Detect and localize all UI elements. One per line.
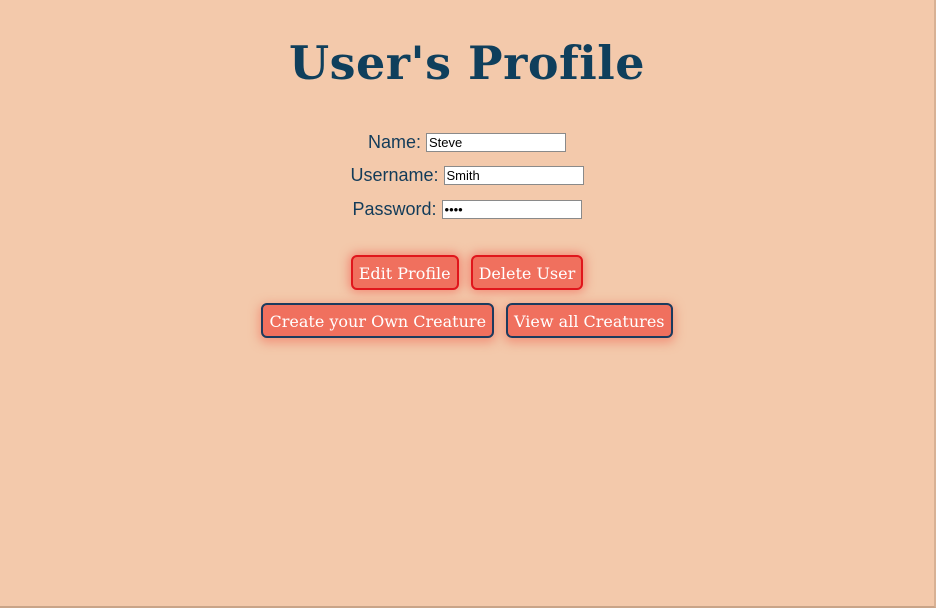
password-input[interactable]: [441, 200, 582, 219]
delete-user-button[interactable]: Delete User: [470, 255, 584, 290]
username-label: Username:: [350, 165, 439, 185]
name-input[interactable]: [426, 133, 566, 152]
username-row: Username:: [0, 165, 934, 186]
password-label: Password:: [352, 199, 437, 219]
creature-actions: Create your Own Creature View all Creatu…: [0, 303, 934, 338]
name-row: Name:: [0, 132, 934, 153]
username-input[interactable]: [443, 166, 584, 185]
profile-actions: Edit Profile Delete User: [0, 255, 934, 290]
profile-page: User's Profile Name: Username: Password:…: [0, 0, 936, 608]
edit-profile-button[interactable]: Edit Profile: [350, 255, 459, 290]
create-creature-button[interactable]: Create your Own Creature: [261, 303, 495, 338]
view-creatures-button[interactable]: View all Creatures: [506, 303, 673, 338]
page-title: User's Profile: [288, 36, 646, 90]
password-row: Password:: [0, 199, 934, 220]
name-label: Name:: [367, 132, 421, 152]
